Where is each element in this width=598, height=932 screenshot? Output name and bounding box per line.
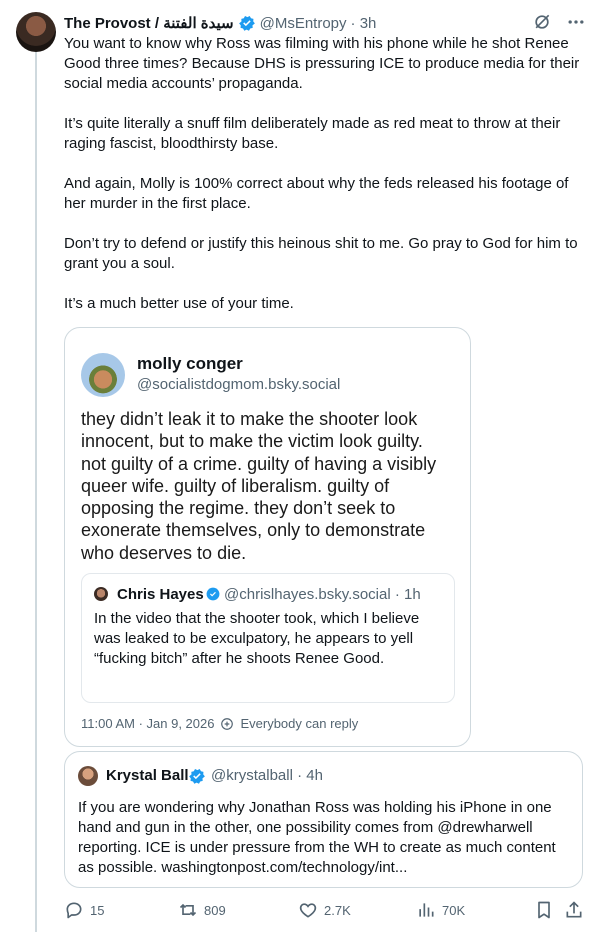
author-name[interactable]: The Provost / سيدة الفتنة bbox=[64, 14, 234, 32]
author-handle[interactable]: @MsEntropy bbox=[260, 15, 347, 32]
like-button[interactable]: 2.7K bbox=[298, 900, 351, 920]
grok-icon[interactable] bbox=[532, 12, 552, 32]
quoted-author-avatar bbox=[78, 766, 98, 786]
bsky-quote-meta: @chrislhayes.bsky.social · 1h bbox=[224, 586, 421, 603]
engagement-bar: 15 809 2.7K 70K bbox=[64, 900, 584, 922]
more-icon[interactable] bbox=[566, 12, 586, 32]
globe-icon bbox=[221, 717, 234, 730]
views-count: 70K bbox=[442, 902, 466, 918]
bsky-author-name: molly conger bbox=[137, 354, 243, 373]
bsky-reply-setting: Everybody can reply bbox=[240, 716, 359, 731]
reply-icon bbox=[66, 902, 82, 919]
bsky-timestamp: 11:00 AM · Jan 9, 2026 bbox=[81, 716, 215, 731]
verified-badge-icon bbox=[238, 16, 255, 31]
tweet-header: The Provost / سيدة الفتنة @MsEntropy · 3… bbox=[64, 12, 586, 34]
bsky-quote-text: In the video that the shooter took, whic… bbox=[94, 610, 424, 667]
repost-count: 809 bbox=[204, 902, 226, 918]
verified-badge-icon bbox=[189, 769, 205, 784]
repost-icon bbox=[179, 903, 197, 917]
share-button[interactable] bbox=[564, 900, 584, 920]
reply-count: 15 bbox=[90, 902, 105, 918]
author-avatar[interactable] bbox=[16, 12, 56, 52]
embedded-bsky-post[interactable]: molly conger @socialistdogmom.bsky.socia… bbox=[64, 327, 471, 747]
reply-button[interactable]: 15 bbox=[64, 900, 104, 920]
verified-badge-icon bbox=[206, 587, 220, 601]
views-icon bbox=[419, 903, 434, 917]
bsky-quote-author-name: Chris Hayes bbox=[117, 586, 204, 603]
share-icon bbox=[566, 901, 582, 918]
bsky-quoted-post: Chris Hayes @chrislhayes.bsky.social · 1… bbox=[81, 573, 455, 703]
bsky-post-text: they didn’t leak it to make the shooter … bbox=[81, 409, 442, 563]
tweet-body: You want to know why Ross was filming wi… bbox=[64, 35, 580, 312]
like-count: 2.7K bbox=[324, 902, 351, 918]
quoted-tweet[interactable]: Krystal Ball @krystalball · 4h If you ar… bbox=[64, 751, 583, 888]
bookmark-icon bbox=[538, 901, 550, 919]
bsky-author-avatar bbox=[81, 353, 125, 397]
bsky-footer: 11:00 AM · Jan 9, 2026 Everybody can rep… bbox=[81, 716, 358, 731]
views-button[interactable]: 70K bbox=[416, 900, 465, 920]
repost-button[interactable]: 809 bbox=[178, 900, 226, 920]
bookmark-button[interactable] bbox=[534, 900, 554, 920]
like-icon bbox=[299, 903, 317, 918]
quoted-author-handle: @krystalball · 4h bbox=[211, 767, 323, 784]
quoted-author-name: Krystal Ball bbox=[106, 767, 189, 784]
post-time[interactable]: · 3h bbox=[351, 15, 377, 32]
quoted-tweet-text: If you are wondering why Jonathan Ross w… bbox=[78, 799, 560, 876]
thread-line bbox=[35, 52, 37, 932]
bsky-quote-avatar bbox=[94, 587, 108, 601]
bsky-author-handle: @socialistdogmom.bsky.social bbox=[137, 376, 341, 393]
